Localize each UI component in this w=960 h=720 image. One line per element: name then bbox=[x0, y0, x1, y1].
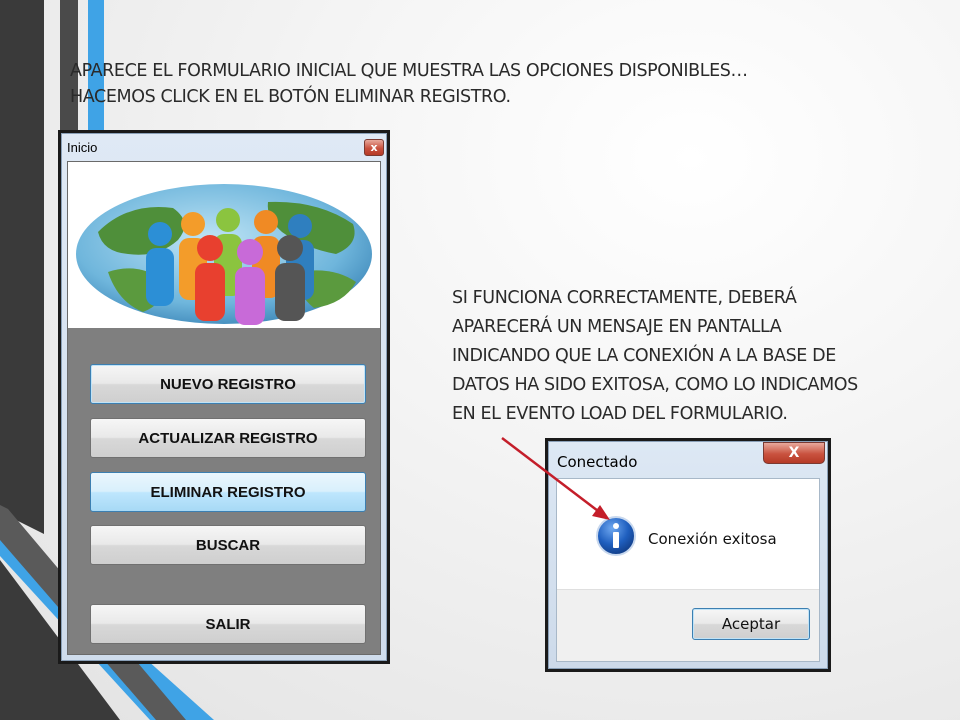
inicio-close-button[interactable]: x bbox=[364, 139, 384, 156]
logo-image bbox=[68, 162, 380, 328]
inicio-client-area: NUEVO REGISTRO ACTUALIZAR REGISTRO ELIMI… bbox=[67, 161, 381, 655]
information-icon bbox=[596, 516, 636, 556]
intro-line-2: HACEMOS CLICK EN EL BOTÓN ELIMINAR REGIS… bbox=[70, 87, 511, 107]
intro-text: APARECE EL FORMULARIO INICIAL QUE MUESTR… bbox=[70, 58, 890, 110]
aceptar-button[interactable]: Aceptar bbox=[692, 608, 810, 640]
close-icon: X bbox=[788, 445, 800, 461]
conectado-dialog: Conectado X Conexión exitosa Aceptar bbox=[545, 438, 831, 672]
dialog-footer: Aceptar bbox=[557, 589, 819, 661]
explanation-text: SI FUNCIONA CORRECTAMENTE, DEBERÁ APAREC… bbox=[452, 284, 932, 429]
explanation-line-4: DATOS HA SIDO EXITOSA, COMO LO INDICAMOS bbox=[452, 375, 858, 395]
eliminar-registro-button[interactable]: ELIMINAR REGISTRO bbox=[90, 472, 366, 512]
intro-line-1: APARECE EL FORMULARIO INICIAL QUE MUESTR… bbox=[70, 61, 748, 81]
conectado-close-button[interactable]: X bbox=[763, 442, 825, 464]
close-icon: x bbox=[370, 141, 378, 154]
inicio-window-title: Inicio bbox=[67, 140, 98, 155]
message-text: Conexión exitosa bbox=[648, 530, 777, 548]
buscar-button[interactable]: BUSCAR bbox=[90, 525, 366, 565]
salir-button[interactable]: SALIR bbox=[90, 604, 366, 644]
inicio-window-frame: Inicio x NUEVO REGISTRO ACTUALIZAR REGIS… bbox=[61, 133, 387, 661]
explanation-line-1: SI FUNCIONA CORRECTAMENTE, DEBERÁ bbox=[452, 288, 797, 308]
conectado-dialog-title: Conectado bbox=[557, 453, 638, 471]
actualizar-registro-button[interactable]: ACTUALIZAR REGISTRO bbox=[90, 418, 366, 458]
conectado-client-area: Conexión exitosa Aceptar bbox=[556, 478, 820, 662]
explanation-line-2: APARECERÁ UN MENSAJE EN PANTALLA bbox=[452, 317, 782, 337]
conectado-dialog-frame: Conectado X Conexión exitosa Aceptar bbox=[548, 441, 828, 669]
explanation-line-5: EN EL EVENTO LOAD DEL FORMULARIO. bbox=[452, 404, 788, 424]
explanation-line-3: INDICANDO QUE LA CONEXIÓN A LA BASE DE bbox=[452, 346, 836, 366]
globe-people-icon bbox=[76, 184, 372, 325]
nuevo-registro-button[interactable]: NUEVO REGISTRO bbox=[90, 364, 366, 404]
inicio-window: Inicio x NUEVO REGISTRO ACTUALIZAR REGIS… bbox=[58, 130, 390, 664]
